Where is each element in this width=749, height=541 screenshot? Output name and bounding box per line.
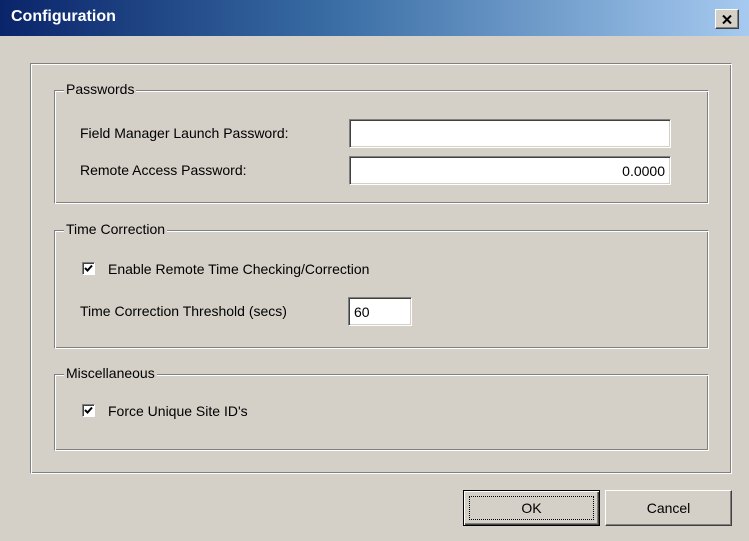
remote-password-input[interactable] — [349, 156, 671, 185]
remote-password-label: Remote Access Password: — [80, 162, 247, 178]
close-button[interactable] — [715, 9, 739, 29]
threshold-label: Time Correction Threshold (secs) — [80, 303, 287, 319]
title-bar[interactable]: Configuration — [0, 0, 749, 36]
enable-time-correction-label[interactable]: Enable Remote Time Checking/Correction — [108, 260, 369, 278]
passwords-group-title: Passwords — [64, 81, 137, 97]
miscellaneous-group-title: Miscellaneous — [64, 365, 157, 381]
window-title: Configuration — [11, 8, 116, 25]
ok-button[interactable]: OK — [463, 490, 600, 526]
time-correction-group — [54, 230, 709, 349]
focus-rectangle — [469, 496, 594, 520]
force-unique-site-id-label[interactable]: Force Unique Site ID's — [108, 402, 248, 420]
launch-password-input[interactable] — [349, 119, 671, 148]
cancel-button-label: Cancel — [646, 500, 691, 516]
time-correction-group-title: Time Correction — [64, 221, 168, 237]
checkmark-icon — [84, 406, 93, 414]
launch-password-label: Field Manager Launch Password: — [80, 125, 289, 141]
cancel-button[interactable]: Cancel — [605, 490, 732, 526]
threshold-input[interactable] — [348, 297, 412, 326]
checkmark-icon — [84, 264, 93, 272]
close-icon — [722, 14, 732, 24]
enable-time-correction-checkbox[interactable] — [82, 262, 95, 275]
force-unique-site-id-checkbox[interactable] — [82, 404, 95, 417]
